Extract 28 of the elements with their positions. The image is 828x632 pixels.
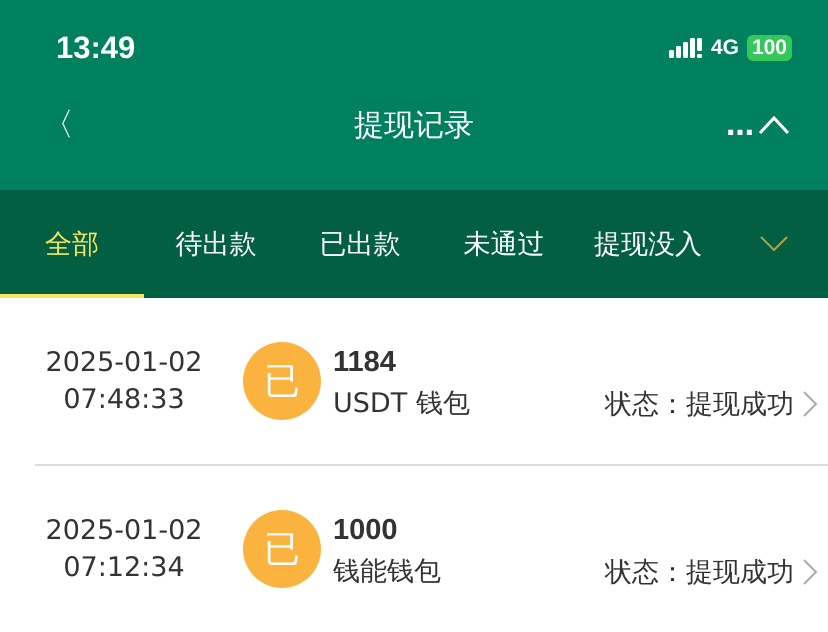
signal-icon — [668, 36, 703, 58]
wallet-name: 钱能钱包 — [333, 555, 442, 589]
filter-tab[interactable]: 已出款 — [288, 190, 432, 298]
filter-tab[interactable]: 全部 — [0, 190, 144, 298]
dropdown-caret-icon[interactable] — [760, 236, 788, 252]
record-date: 2025-01-02 — [46, 346, 202, 380]
more-button[interactable]: … — [726, 108, 754, 142]
page-title: 提现记录 — [353, 106, 475, 144]
record-date: 2025-01-02 — [46, 514, 202, 548]
network-label: 4G — [710, 36, 739, 60]
filter-tab[interactable]: 待出款 — [144, 190, 288, 298]
chevron-right-icon[interactable] — [802, 390, 818, 418]
record-time: 07:48:33 — [63, 383, 185, 417]
status-badge: 已 — [243, 342, 321, 420]
record-status: 状态：提现成功 — [605, 388, 794, 422]
back-button[interactable]: 〈 — [42, 103, 74, 147]
record-time: 07:12:34 — [63, 551, 185, 585]
chevron-right-icon[interactable] — [802, 558, 818, 586]
wallet-name: USDT 钱包 — [333, 387, 471, 421]
filter-tab[interactable]: 未通过 — [432, 190, 576, 298]
filter-tab[interactable]: 提现没入 — [576, 190, 720, 298]
collapse-icon[interactable] — [758, 115, 790, 135]
record-amount: 1184 — [333, 345, 397, 380]
battery-label: 100 — [746, 34, 792, 60]
status-badge: 已 — [243, 510, 321, 588]
record-amount: 1000 — [333, 513, 399, 548]
record-status: 状态：提现成功 — [605, 556, 794, 590]
status-time: 13:49 — [56, 30, 136, 66]
